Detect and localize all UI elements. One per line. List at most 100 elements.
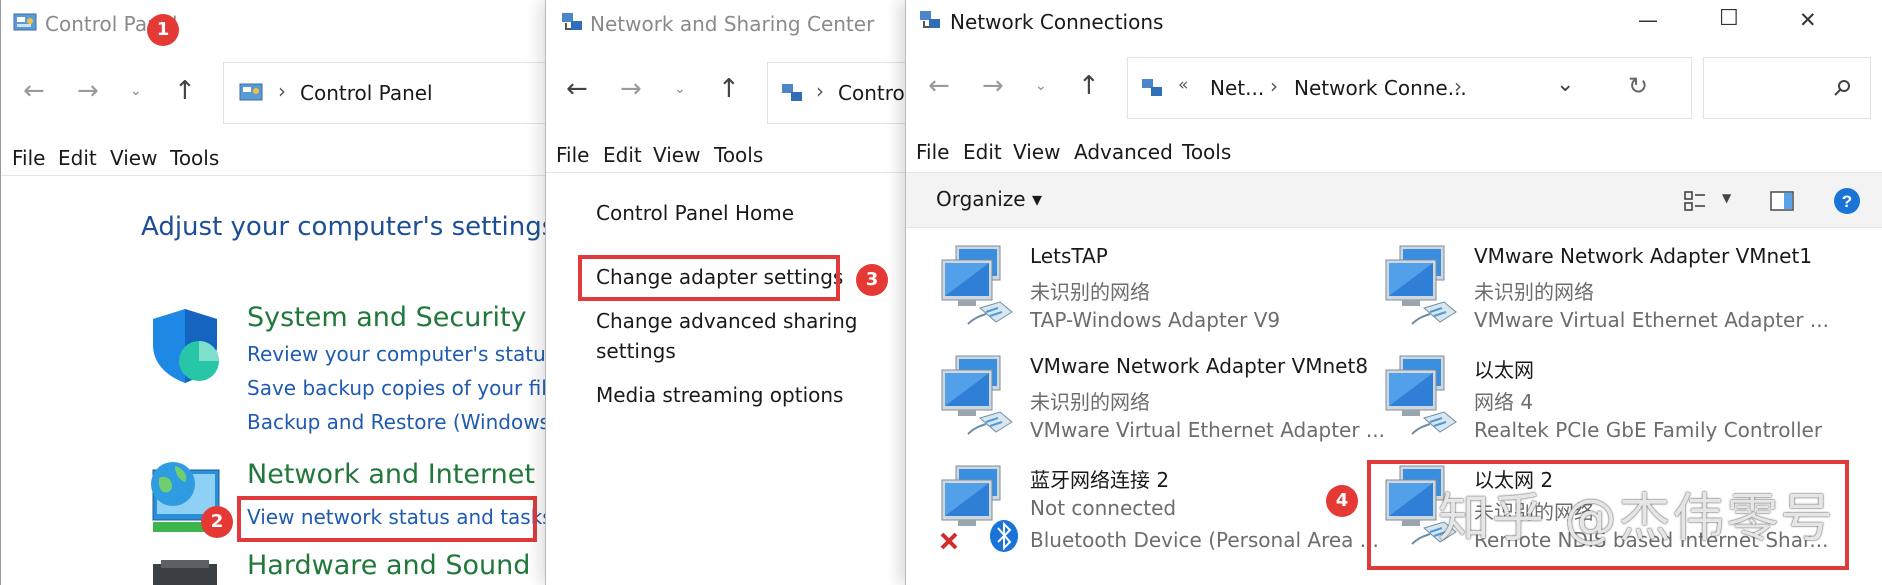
link-media-streaming[interactable]: Media streaming options (596, 383, 843, 407)
up-arrow-icon[interactable]: ↑ (1078, 73, 1100, 99)
menu-divider (546, 172, 917, 173)
menu-file[interactable]: File (556, 143, 589, 167)
network-adapter-icon (941, 355, 1013, 435)
menu-file[interactable]: File (916, 140, 949, 164)
back-arrow-icon[interactable]: ← (23, 78, 45, 104)
search-icon (1834, 80, 1850, 96)
adapter-name: VMware Network Adapter VMnet8 (1030, 354, 1369, 378)
view-options-chevron-icon[interactable]: ▼ (1722, 191, 1731, 205)
link-advanced-sharing-line1[interactable]: Change advanced sharing (596, 309, 858, 333)
menu-edit[interactable]: Edit (603, 143, 642, 167)
navigation-bar: ← → ⌄ ↑ › Contro (546, 60, 917, 124)
link-advanced-sharing-line2[interactable]: settings (596, 339, 676, 363)
address-bar[interactable]: « Net... › Network Conne... › ⌄ ↻ (1127, 57, 1692, 119)
organize-button[interactable]: Organize ▾ (936, 187, 1042, 211)
help-icon[interactable]: ? (1833, 187, 1861, 215)
watermark-text: 知乎 @杰伟零号 (1438, 489, 1835, 549)
forward-arrow-icon[interactable]: → (77, 78, 99, 104)
adapter-tile[interactable]: LetsTAP 未识别的网络 TAP-Windows Adapter V9 (938, 242, 1378, 338)
sharing-center-window: Network and Sharing Center ← → ⌄ ↑ › Con… (545, 0, 917, 585)
step-badge-4: 4 (1326, 485, 1358, 517)
printer-icon (153, 560, 217, 585)
address-bar[interactable]: › Contro (767, 62, 917, 124)
breadcrumb-separator: › (1270, 74, 1278, 98)
adapter-tile[interactable]: 蓝牙网络连接 2 Not connected Bluetooth Device (P… (938, 462, 1379, 558)
adapter-tile[interactable]: 以太网网络 4 Realtek PCIe GbE Family Controlle… (1382, 352, 1822, 448)
adapter-name: LetsTAP (1030, 244, 1108, 268)
step-badge-1: 1 (147, 14, 179, 46)
menu-advanced[interactable]: Advanced (1074, 140, 1173, 164)
bluetooth-network-adapter-icon (940, 465, 1018, 552)
adapter-name: VMware Network Adapter VMnet1 (1474, 244, 1813, 268)
adapter-tile[interactable]: VMware Network Adapter VMnet8 未识别的网络 VMwar… (938, 352, 1385, 448)
link-save-backup[interactable]: Save backup copies of your files (247, 376, 560, 400)
menu-bar: File Edit View Advanced Tools (906, 140, 1882, 170)
back-arrow-icon[interactable]: ← (566, 76, 588, 102)
adapter-device: TAP-Windows Adapter V9 (1030, 308, 1281, 332)
menu-view[interactable]: View (653, 143, 700, 167)
up-arrow-icon[interactable]: ↑ (174, 78, 196, 104)
breadcrumb-network[interactable]: Net... (1210, 76, 1264, 100)
category-system-security[interactable]: System and Security (247, 302, 527, 333)
link-backup-restore[interactable]: Backup and Restore (Windows 7) (247, 410, 560, 434)
organize-label: Organize (936, 187, 1026, 211)
network-sharing-small-icon (782, 84, 802, 101)
menu-view[interactable]: View (1013, 140, 1060, 164)
breadcrumb-control-panel[interactable]: Contro (838, 81, 905, 105)
menu-edit[interactable]: Edit (963, 140, 1002, 164)
adapter-name: 以太网 (1474, 358, 1534, 382)
breadcrumb-control-panel[interactable]: Control Panel (300, 81, 433, 105)
control-panel-small-icon (239, 83, 263, 101)
menu-tools[interactable]: Tools (1182, 140, 1231, 164)
recent-locations-chevron-icon[interactable]: ⌄ (1035, 79, 1047, 93)
network-adapter-icon (1385, 245, 1457, 325)
recent-locations-chevron-icon[interactable]: ⌄ (130, 84, 142, 98)
breadcrumb-separator: › (278, 79, 286, 103)
category-network-internet[interactable]: Network and Internet (247, 459, 535, 490)
highlight-box-step-3 (578, 255, 840, 301)
menu-tools[interactable]: Tools (714, 143, 763, 167)
preview-pane-icon[interactable] (1769, 189, 1795, 213)
network-adapter-icon (1385, 355, 1457, 435)
adapter-name: 蓝牙网络连接 2 (1030, 468, 1170, 492)
network-adapter-icon (941, 245, 1013, 325)
adapter-device: VMware Virtual Ethernet Adapter ... (1030, 418, 1385, 442)
minimize-icon[interactable]: — (1638, 8, 1658, 32)
change-view-icon[interactable] (1683, 189, 1707, 213)
menu-tools[interactable]: Tools (170, 146, 219, 170)
link-review-status[interactable]: Review your computer's status (247, 342, 556, 366)
menu-edit[interactable]: Edit (58, 146, 97, 170)
step-badge-3: 3 (856, 264, 888, 296)
adapter-status: 网络 4 (1474, 390, 1534, 414)
close-icon[interactable]: ✕ (1799, 8, 1817, 32)
forward-arrow-icon[interactable]: → (982, 73, 1004, 99)
search-input[interactable] (1703, 57, 1871, 119)
address-bar[interactable]: › Control Panel (223, 62, 560, 124)
sharing-center-titlebar: Network and Sharing Center (546, 0, 917, 52)
page-heading: Adjust your computer's settings (141, 212, 556, 242)
breadcrumb-network-connections[interactable]: Network Conne... (1294, 76, 1467, 100)
menu-file[interactable]: File (12, 146, 45, 170)
forward-arrow-icon[interactable]: → (620, 76, 642, 102)
link-control-panel-home[interactable]: Control Panel Home (596, 201, 794, 225)
network-sharing-icon (562, 13, 582, 30)
step-badge-2: 2 (201, 506, 233, 538)
adapter-device: Realtek PCIe GbE Family Controller (1474, 418, 1823, 442)
control-panel-window: Control Panel 1 ← → ⌄ ↑ › Control Panel … (0, 0, 560, 585)
up-arrow-icon[interactable]: ↑ (718, 76, 740, 102)
maximize-icon[interactable]: ☐ (1719, 6, 1739, 31)
address-dropdown-chevron-icon[interactable]: ⌄ (1556, 72, 1574, 97)
refresh-icon[interactable]: ↻ (1628, 72, 1648, 100)
adapter-tile[interactable]: VMware Network Adapter VMnet1 未识别的网络 VMwar… (1382, 242, 1829, 338)
category-hardware-sound[interactable]: Hardware and Sound (247, 550, 530, 581)
recent-locations-chevron-icon[interactable]: ⌄ (674, 82, 686, 96)
network-connections-icon (920, 11, 940, 28)
control-panel-titlebar: Control Panel 1 (1, 0, 560, 52)
navigation-bar: ← → ⌄ ↑ › Control Panel (1, 62, 560, 126)
network-connections-small-icon (1142, 79, 1162, 96)
breadcrumb-overflow[interactable]: « (1178, 75, 1188, 95)
menu-view[interactable]: View (110, 146, 157, 170)
navigation-bar: ← → ⌄ ↑ « Net... › Network Conne... › ⌄ … (906, 57, 1882, 121)
back-arrow-icon[interactable]: ← (928, 73, 950, 99)
adapter-status: 未识别的网络 (1474, 280, 1594, 304)
